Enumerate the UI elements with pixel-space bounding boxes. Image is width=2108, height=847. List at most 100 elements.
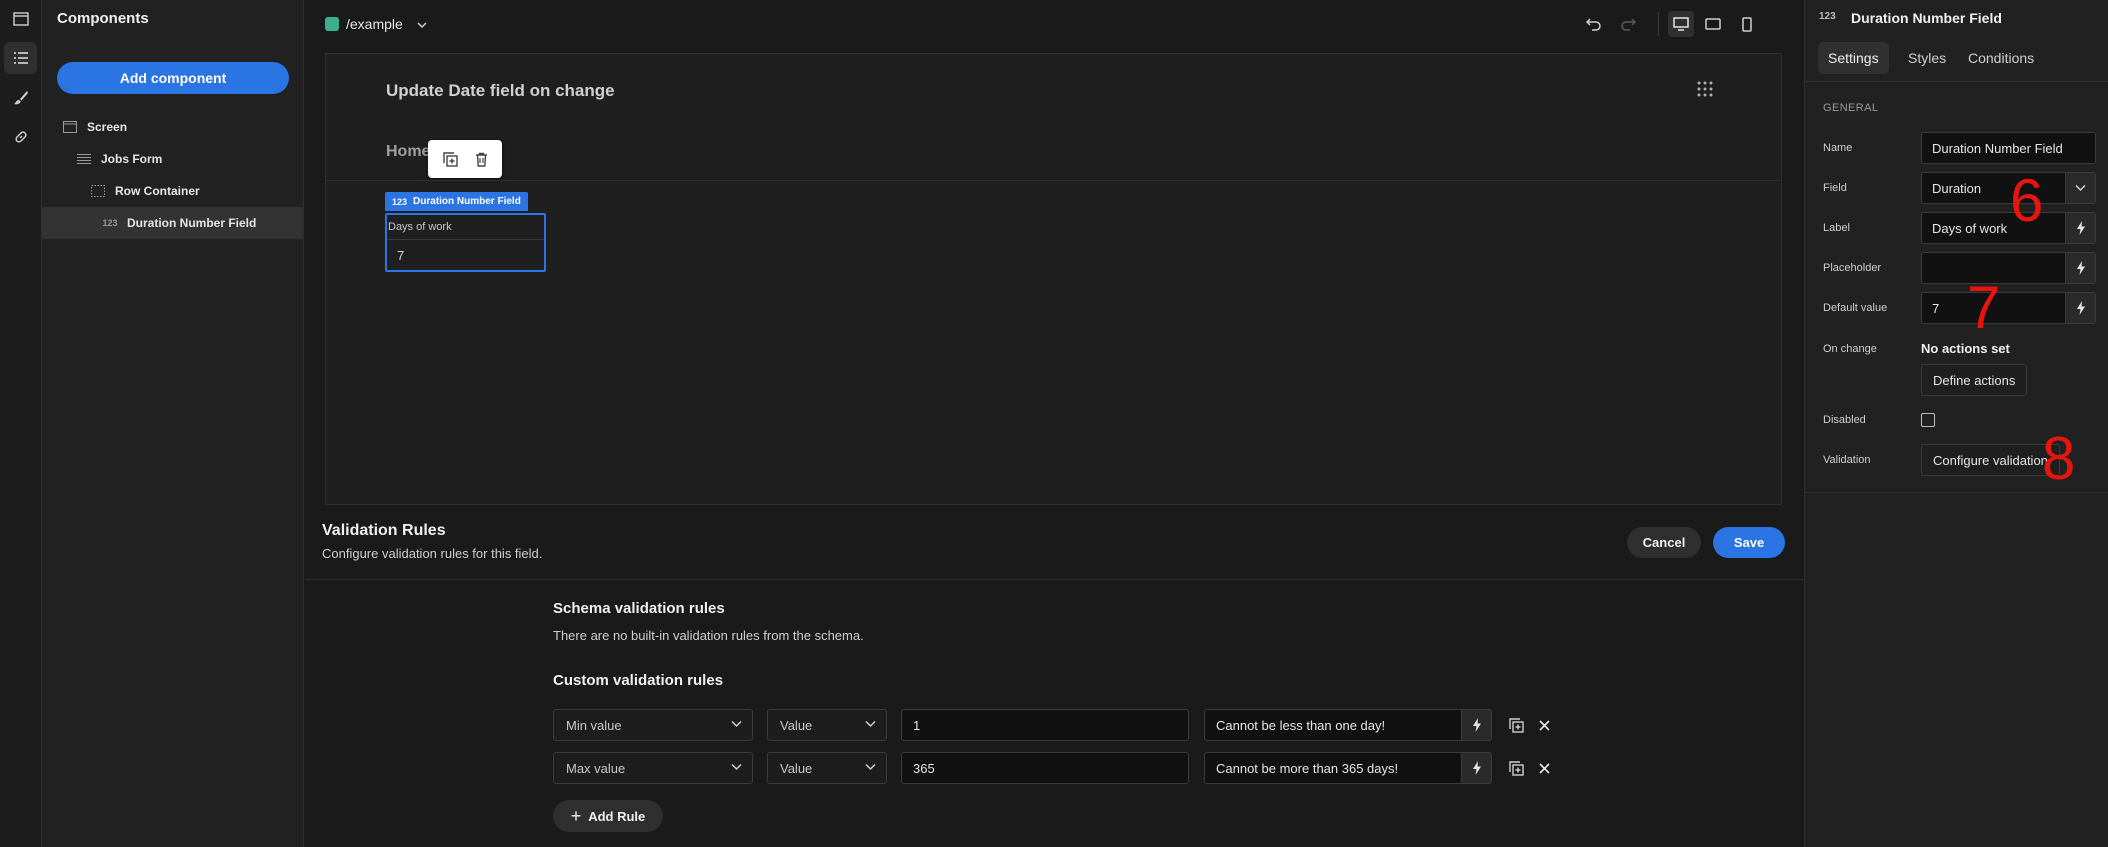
validation-label: Validation — [1823, 454, 1871, 466]
add-rule-label: Add Rule — [588, 808, 646, 824]
field-select[interactable]: Duration — [1921, 172, 2066, 204]
form-icon — [76, 152, 92, 166]
on-change-value: No actions set — [1921, 341, 2010, 356]
mobile-view-button[interactable] — [1736, 13, 1758, 35]
rule-constraint-value: Max value — [566, 760, 626, 776]
cancel-button[interactable]: Cancel — [1627, 527, 1701, 558]
chevron-down-icon — [417, 22, 427, 28]
delete-component-button[interactable] — [475, 152, 488, 167]
number-field-icon: 123 — [392, 196, 408, 207]
rule-type-value: Value — [780, 717, 813, 733]
lightning-icon — [2076, 221, 2085, 235]
redo-button[interactable] — [1617, 13, 1639, 35]
disabled-checkbox[interactable] — [1921, 413, 1935, 427]
placeholder-binding-button[interactable] — [2065, 252, 2096, 284]
chevron-down-icon — [865, 763, 876, 771]
components-title: Components — [57, 10, 149, 27]
link-icon — [14, 131, 27, 143]
chevron-down-icon — [731, 763, 742, 771]
nav-home-link[interactable]: Home — [386, 143, 430, 161]
selected-component-badge: 123 Duration Number Field — [385, 192, 528, 211]
name-input[interactable]: Duration Number Field — [1921, 132, 2096, 164]
route-selector[interactable]: /example — [346, 16, 427, 32]
configure-validation-button[interactable]: Configure validation — [1921, 444, 2060, 476]
chevron-down-icon — [731, 720, 742, 728]
desktop-view-button[interactable] — [1668, 11, 1694, 37]
validation-rule-row: Min value Value 1 Cannot be less than on… — [553, 709, 1553, 741]
settings-component-title: Duration Number Field — [1851, 10, 2002, 26]
rule-constraint-select[interactable]: Min value — [553, 709, 753, 741]
label-input[interactable]: Days of work — [1921, 212, 2066, 244]
define-actions-button[interactable]: Define actions — [1921, 364, 2028, 396]
default-value-binding-button[interactable] — [2065, 292, 2096, 324]
duplicate-icon — [1508, 760, 1524, 776]
tree-item-duration-number-field[interactable]: 123 Duration Number Field — [42, 207, 303, 239]
rule-binding-button[interactable] — [1461, 752, 1492, 784]
settings-header: 123 Duration Number Field Settings Style… — [1805, 0, 2108, 82]
validation-rule-row: Max value Value 365 Cannot be more than … — [553, 752, 1553, 784]
tab-settings[interactable]: Settings — [1818, 42, 1889, 74]
rail-links-button[interactable] — [4, 121, 37, 153]
rule-type-select[interactable]: Value — [767, 709, 887, 741]
rule-binding-button[interactable] — [1461, 709, 1492, 741]
toolbar-divider — [1658, 12, 1659, 36]
selected-component-name: Duration Number Field — [413, 196, 521, 207]
number-field-preview[interactable]: Days of work 7 — [385, 213, 546, 272]
remove-rule-button[interactable] — [1534, 758, 1554, 778]
number-field-icon: 123 — [102, 218, 118, 228]
annotation-6: 6 — [2010, 167, 2044, 234]
disabled-label: Disabled — [1823, 414, 1866, 426]
name-label: Name — [1823, 142, 1853, 154]
annotation-7: 7 — [1967, 274, 2001, 341]
tab-styles[interactable]: Styles — [1898, 42, 1956, 74]
rule-constraint-select[interactable]: Max value — [553, 752, 753, 784]
chevron-down-icon — [2075, 184, 2086, 192]
rail-screen-button[interactable] — [4, 3, 37, 35]
tree-item-jobs-form[interactable]: Jobs Form — [42, 143, 303, 175]
tablet-view-button[interactable] — [1702, 13, 1724, 35]
placeholder-label: Placeholder — [1823, 262, 1882, 274]
duplicate-icon — [442, 151, 458, 167]
tree-item-label: Duration Number Field — [127, 216, 257, 230]
trash-icon — [475, 152, 487, 167]
rail-components-button[interactable] — [4, 42, 37, 74]
save-button[interactable]: Save — [1713, 527, 1785, 558]
component-floating-toolbar — [428, 140, 502, 178]
list-icon — [13, 52, 28, 64]
redo-icon — [1621, 18, 1636, 31]
custom-rules-title: Custom validation rules — [553, 672, 724, 689]
undo-button[interactable] — [1583, 13, 1605, 35]
rule-value-input[interactable]: 365 — [901, 752, 1189, 784]
validation-rules-subtitle: Configure validation rules for this fiel… — [322, 546, 543, 561]
number-field-icon: 123 — [1819, 11, 1836, 22]
number-field-preview-input[interactable]: 7 — [387, 239, 544, 270]
tree-item-screen[interactable]: Screen — [42, 111, 303, 143]
lightning-icon — [1472, 718, 1481, 732]
preview-title: Update Date field on change — [386, 81, 615, 100]
settings-panel: 123 Duration Number Field Settings Style… — [1804, 0, 2108, 847]
rule-value-input[interactable]: 1 — [901, 709, 1189, 741]
rail-theme-button[interactable] — [4, 82, 37, 114]
tab-conditions[interactable]: Conditions — [1958, 42, 2044, 74]
icon-rail — [0, 0, 42, 847]
add-component-button[interactable]: Add component — [57, 62, 289, 94]
route-text: /example — [346, 16, 403, 32]
rule-type-select[interactable]: Value — [767, 752, 887, 784]
validation-rules-body: Schema validation rules There are no bui… — [305, 581, 1803, 847]
preview-canvas: Update Date field on change Home 123 Dur… — [325, 53, 1782, 505]
duplicate-rule-button[interactable] — [1506, 715, 1526, 735]
rule-error-input[interactable]: Cannot be more than 365 days! — [1204, 752, 1462, 784]
app-grid-icon[interactable] — [1697, 81, 1713, 97]
tree-item-row-container[interactable]: Row Container — [42, 175, 303, 207]
chevron-down-icon — [865, 720, 876, 728]
add-rule-button[interactable]: + Add Rule — [553, 800, 663, 832]
plus-icon: + — [570, 805, 582, 826]
field-dropdown-button[interactable] — [2065, 172, 2096, 204]
settings-divider — [1805, 492, 2108, 493]
duplicate-rule-button[interactable] — [1506, 758, 1526, 778]
duplicate-component-button[interactable] — [442, 151, 458, 167]
tree-item-label: Screen — [87, 120, 128, 134]
label-binding-button[interactable] — [2065, 212, 2096, 244]
remove-rule-button[interactable] — [1534, 715, 1554, 735]
rule-error-input[interactable]: Cannot be less than one day! — [1204, 709, 1462, 741]
